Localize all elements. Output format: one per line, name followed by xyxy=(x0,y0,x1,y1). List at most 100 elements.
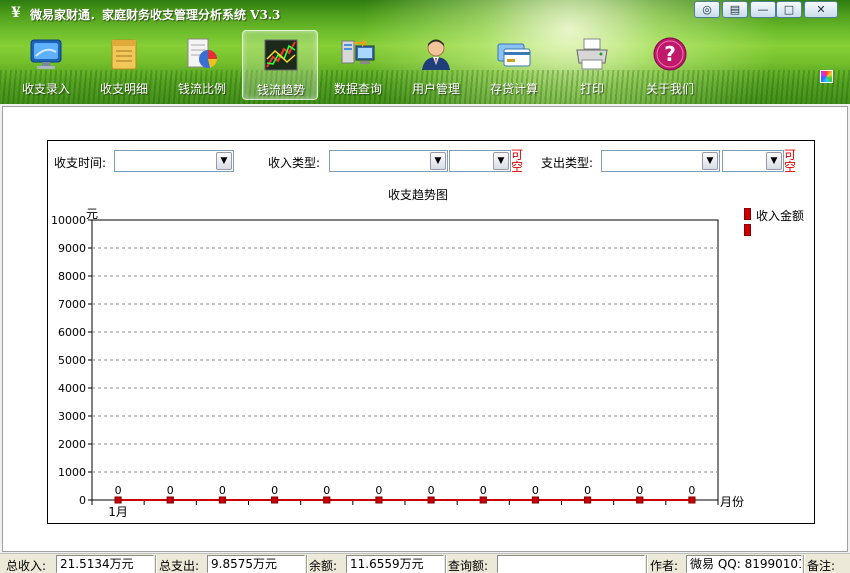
status-divider xyxy=(306,555,308,573)
toolbar-trend-label: 钱流趋势 xyxy=(256,83,305,97)
chat-icon[interactable]: ◎ xyxy=(694,1,720,18)
y-tick-label: 10000 xyxy=(51,214,86,227)
query-amount-label: 查询额: xyxy=(448,559,489,573)
palette-icon[interactable] xyxy=(820,70,833,83)
x-tick-label: 1月 xyxy=(108,505,128,519)
balance-label: 余额: xyxy=(309,559,338,573)
y-tick-label: 2000 xyxy=(58,438,86,451)
data-point xyxy=(427,496,435,504)
toolbar-ratio-button[interactable]: 钱流比例 xyxy=(164,30,240,100)
data-label: 0 xyxy=(115,484,122,497)
expense-subtype-select[interactable]: ▼ xyxy=(722,150,784,172)
expense-type-label: 支出类型: xyxy=(541,156,594,170)
monitor-icon xyxy=(30,39,62,69)
data-label: 0 xyxy=(428,484,435,497)
income-optional-note: 可空 xyxy=(511,148,524,174)
income-type-label: 收入类型: xyxy=(268,156,321,170)
toolbar-about-label: 关于我们 xyxy=(645,82,694,96)
y-tick-label: 7000 xyxy=(58,298,86,311)
toolbar-query-label: 数据查询 xyxy=(333,82,382,96)
y-axis-label: 元 xyxy=(86,207,98,221)
data-point xyxy=(271,496,279,504)
toolbar-ratio-label: 钱流比例 xyxy=(177,82,226,96)
data-label: 0 xyxy=(219,484,226,497)
toolbar-about-button[interactable]: ? 关于我们 xyxy=(632,30,708,100)
total-expense-value: 9.8575万元 xyxy=(207,555,305,573)
legend-swatch xyxy=(744,208,751,220)
toolbar-query-button[interactable]: 数据查询 xyxy=(320,30,396,100)
expense-type-select[interactable]: ▼ xyxy=(601,150,720,172)
window-title: 微易家财通．家庭财务收支管理分析系统 V3.3 xyxy=(30,8,281,22)
data-label: 0 xyxy=(688,484,695,497)
expense-optional-note: 可空 xyxy=(784,148,797,174)
note-label: 备注: xyxy=(807,559,836,573)
time-select[interactable]: ▼ xyxy=(114,150,234,172)
toolbar-print-button[interactable]: 打印 xyxy=(554,30,630,100)
data-point xyxy=(375,496,383,504)
income-type-select[interactable]: ▼ xyxy=(329,150,448,172)
pie-report-icon xyxy=(187,38,217,68)
data-label: 0 xyxy=(271,484,278,497)
toolbar-users-button[interactable]: 用户管理 xyxy=(398,30,474,100)
settings-icon[interactable]: ▤ xyxy=(722,1,748,18)
chevron-down-icon[interactable]: ▼ xyxy=(702,152,718,170)
toolbar-entry-button[interactable]: 收支录入 xyxy=(8,30,84,100)
close-icon[interactable]: ✕ xyxy=(804,1,838,18)
data-point xyxy=(218,496,226,504)
header-banner: ¥ 微易家财通．家庭财务收支管理分析系统 V3.3 ◎ ▤ — □ ✕ 收支录入 xyxy=(0,0,850,104)
chevron-down-icon[interactable]: ▼ xyxy=(493,152,509,170)
status-divider xyxy=(445,555,447,573)
data-point xyxy=(584,496,592,504)
y-tick-label: 1000 xyxy=(58,466,86,479)
trend-chart-frame: 收支时间: ▼ 收入类型: ▼ ▼ 可空 支出类型: ▼ ▼ 可空 收支趋势图 … xyxy=(47,140,815,524)
data-label: 0 xyxy=(584,484,591,497)
total-expense-label: 总支出: xyxy=(159,559,200,573)
data-point xyxy=(688,496,696,504)
toolbar-loan-calc-button[interactable]: 存贷计算 xyxy=(476,30,552,100)
status-divider xyxy=(155,555,157,573)
y-tick-label: 3000 xyxy=(58,410,86,423)
data-label: 0 xyxy=(636,484,643,497)
query-computer-icon xyxy=(341,39,375,64)
chevron-down-icon[interactable]: ▼ xyxy=(766,152,782,170)
app-window: ¥ 微易家财通．家庭财务收支管理分析系统 V3.3 ◎ ▤ — □ ✕ 收支录入 xyxy=(0,0,850,573)
title-bar[interactable]: ¥ 微易家财通．家庭财务收支管理分析系统 V3.3 ◎ ▤ — □ ✕ xyxy=(0,0,850,26)
toolbar-trend-button[interactable]: 钱流趋势 xyxy=(242,30,318,100)
author-value: 微易 QQ: 81990101 xyxy=(686,555,802,573)
income-subtype-select[interactable]: ▼ xyxy=(449,150,511,172)
data-label: 0 xyxy=(323,484,330,497)
toolbar-details-button[interactable]: 收支明细 xyxy=(86,30,162,100)
balance-value: 11.6559万元 xyxy=(346,555,444,573)
legend-label: 收入金额 xyxy=(756,209,805,223)
data-point xyxy=(166,496,174,504)
toolbar-users-label: 用户管理 xyxy=(411,82,460,96)
status-divider xyxy=(646,555,648,573)
data-label: 0 xyxy=(480,484,487,497)
help-icon: ? xyxy=(653,37,687,71)
chevron-down-icon[interactable]: ▼ xyxy=(216,152,232,170)
query-amount-value xyxy=(497,555,645,573)
chevron-down-icon[interactable]: ▼ xyxy=(430,152,446,170)
y-tick-label: 8000 xyxy=(58,270,86,283)
printer-icon xyxy=(576,38,608,70)
credit-card-icon xyxy=(497,43,531,67)
data-point xyxy=(531,496,539,504)
y-tick-label: 5000 xyxy=(58,354,86,367)
y-tick-label: 9000 xyxy=(58,242,86,255)
total-income-label: 总收入: xyxy=(6,559,47,573)
notebook-icon xyxy=(111,39,137,70)
x-axis-label: 月份 xyxy=(720,495,744,509)
user-icon xyxy=(422,39,450,70)
time-filter-label: 收支时间: xyxy=(54,156,107,170)
maximize-icon[interactable]: □ xyxy=(776,1,802,18)
data-label: 0 xyxy=(167,484,174,497)
total-income-value: 21.5134万元 xyxy=(56,555,154,573)
data-label: 0 xyxy=(375,484,382,497)
author-label: 作者: xyxy=(650,559,679,573)
toolbar-loan-calc-label: 存贷计算 xyxy=(489,82,538,96)
data-point xyxy=(636,496,644,504)
data-point xyxy=(479,496,487,504)
y-tick-label: 4000 xyxy=(58,382,86,395)
legend-swatch xyxy=(744,224,751,236)
minimize-icon[interactable]: — xyxy=(750,1,776,18)
